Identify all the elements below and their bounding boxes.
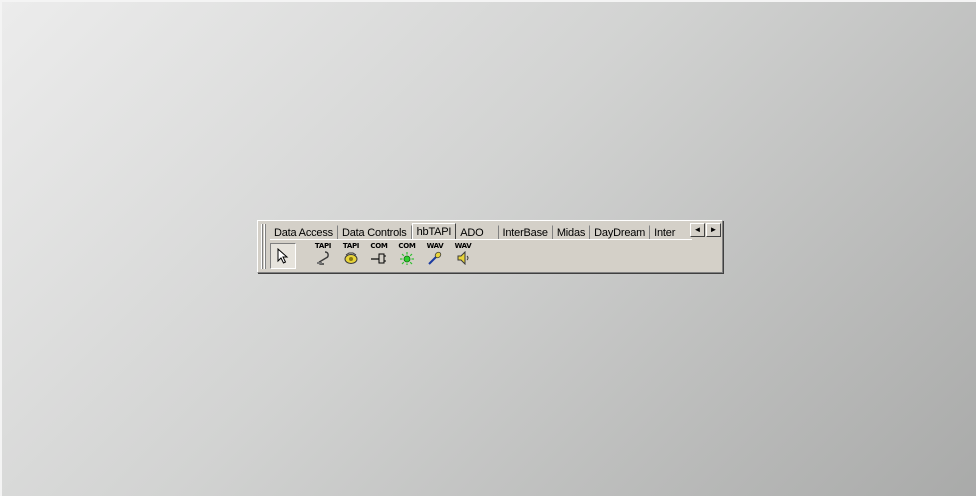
component-label: COM <box>398 242 416 250</box>
tab-daydream[interactable]: DayDream <box>590 225 651 239</box>
scroll-left-button[interactable]: ◄ <box>690 223 705 237</box>
tab-interbase[interactable]: InterBase <box>499 225 553 239</box>
component-label: TAPI <box>314 242 332 250</box>
component-buttons: TAPI TAPI COM COM WAV WAV <box>270 241 720 270</box>
tab-hbtapi[interactable]: hbTAPI <box>411 223 457 239</box>
com-light-icon <box>400 252 414 265</box>
tab-data-access[interactable]: Data Access <box>270 225 338 239</box>
wav-speaker-icon <box>457 251 469 265</box>
component-com-light[interactable]: COM <box>394 243 420 269</box>
component-label: COM <box>370 242 388 250</box>
component-tapi-phone[interactable]: TAPI <box>310 243 336 269</box>
tab-midas[interactable]: Midas <box>553 225 591 239</box>
select-pointer-button[interactable] <box>270 243 296 269</box>
component-wav-speaker[interactable]: WAV <box>450 243 476 269</box>
drag-grip[interactable] <box>261 224 268 269</box>
arrow-left-icon: ◄ <box>693 225 702 234</box>
component-label: TAPI <box>342 242 360 250</box>
tab-ado[interactable]: ADO <box>456 225 499 239</box>
scroll-right-button[interactable]: ► <box>706 223 721 237</box>
component-label: WAV <box>454 242 472 250</box>
cursor-arrow-icon <box>277 248 289 264</box>
tapi-phone-icon <box>317 251 329 265</box>
arrow-right-icon: ► <box>709 225 718 234</box>
tab-data-controls[interactable]: Data Controls <box>338 225 412 239</box>
component-tapi-line[interactable]: TAPI <box>338 243 364 269</box>
component-com-plug[interactable]: COM <box>366 243 392 269</box>
component-label: WAV <box>426 242 444 250</box>
tab-inter[interactable]: Inter <box>650 225 679 239</box>
wav-microphone-icon <box>428 251 442 265</box>
palette-tabs: Data Access Data Controls hbTAPI ADO InterBa… <box>270 223 692 240</box>
component-wav-microphone[interactable]: WAV <box>422 243 448 269</box>
component-palette: Data Access Data Controls hbTAPI ADO InterBa… <box>257 220 723 273</box>
com-plug-icon <box>371 253 386 264</box>
tapi-line-icon <box>344 252 358 264</box>
